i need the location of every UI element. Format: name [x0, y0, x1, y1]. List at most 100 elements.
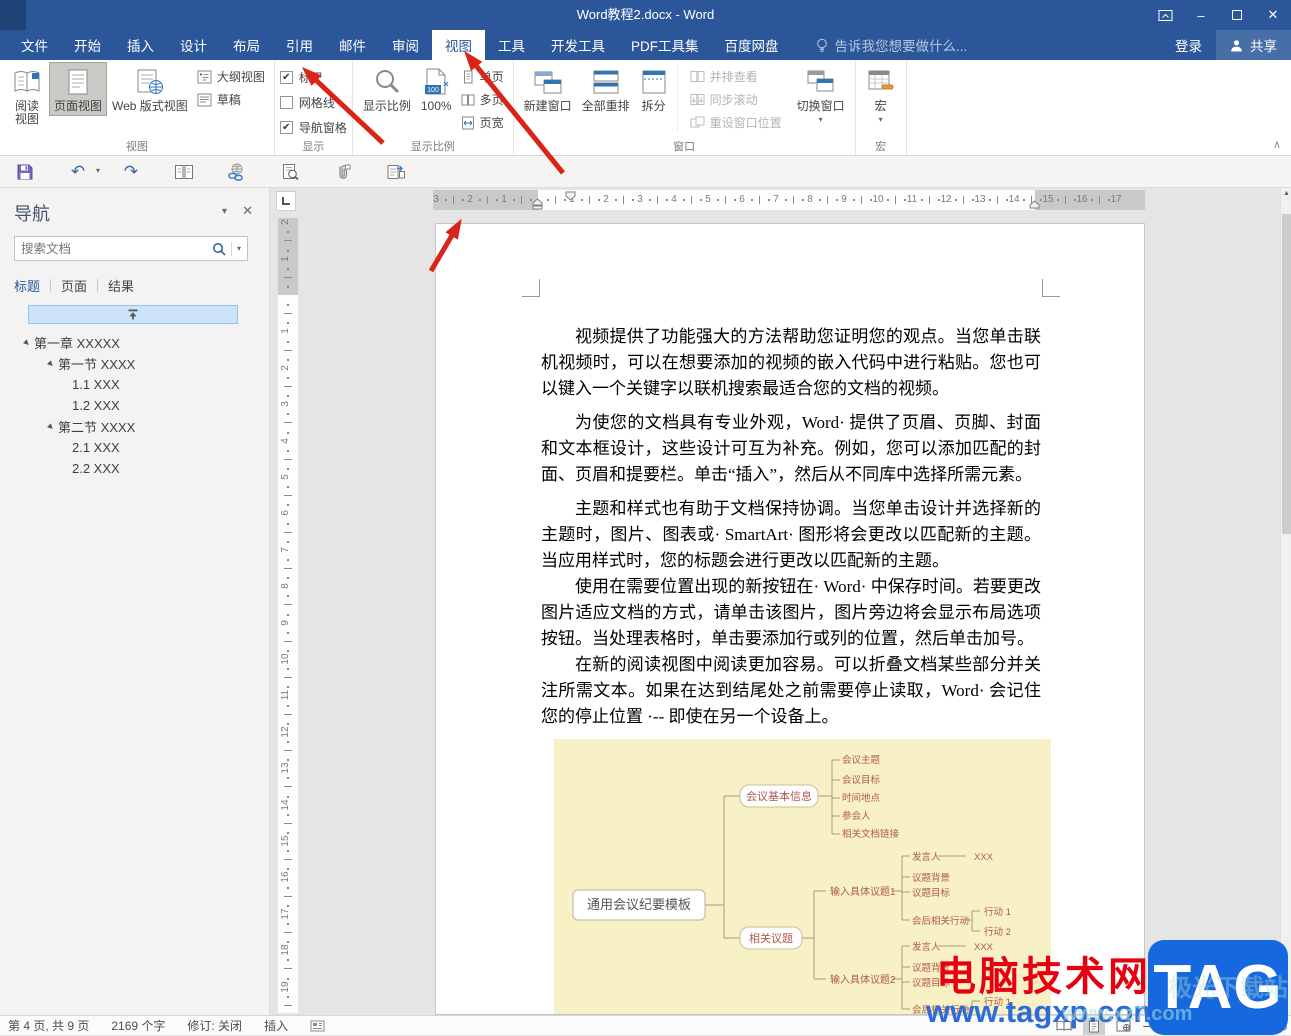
page-indicator[interactable]: 第 4 页, 共 9 页 [8, 1017, 89, 1034]
new-window-button[interactable]: 新建窗口 [519, 62, 577, 116]
hyperlink-button[interactable] [224, 160, 250, 184]
zoom-small-column: 单页 多页 页宽 [457, 62, 508, 131]
track-changes-status[interactable]: 修订: 关闭 [187, 1017, 242, 1034]
paragraph: 在新的阅读视图中阅读更加容易。可以折叠文档某些部分并关注所需文本。如果在达到结尾… [541, 652, 1041, 730]
search-box[interactable]: ▾ [14, 236, 248, 261]
left-indent-marker[interactable] [532, 198, 543, 210]
nav-item-chapter1[interactable]: ▶第一章 XXXXX [0, 332, 269, 353]
nav-tab-pages[interactable]: 页面 [51, 276, 97, 295]
tab-mailings[interactable]: 邮件 [326, 30, 379, 60]
nav-item-1-2[interactable]: 1.2 XXX [0, 395, 269, 416]
mindmap-node-label: 相关议题 [749, 931, 793, 945]
tab-stop-selector[interactable] [276, 191, 296, 211]
nav-item-1-1[interactable]: 1.1 XXX [0, 374, 269, 395]
vertical-scrollbar[interactable]: ▲ [1280, 188, 1291, 1015]
one-page-button[interactable]: 单页 [457, 68, 508, 85]
macros-button[interactable]: 宏 ▾ [861, 62, 901, 126]
read-mode-button[interactable]: 阅读视图 [5, 62, 49, 129]
expand-icon[interactable]: ▶ [43, 356, 59, 372]
sync-scroll-button[interactable]: 同步滚动 [686, 91, 786, 108]
ribbon: 阅读视图 页面视图 Web 版式视图 大纲视图 草稿 视图 ✔ 标尺 [0, 60, 1291, 156]
web-layout-button[interactable]: Web 版式视图 [107, 62, 193, 116]
undo-button[interactable]: ↶ ▾ [65, 160, 91, 184]
gridlines-checkbox[interactable]: 网格线 [280, 94, 347, 111]
nav-tab-headings[interactable]: 标题 [14, 276, 50, 295]
search-dropdown-icon[interactable]: ▾ [237, 246, 241, 252]
insert-mode-status[interactable]: 插入 [264, 1017, 288, 1034]
text-boundary-mark [522, 296, 540, 297]
mindmap-topic-label: 输入具体议题2 [830, 973, 896, 986]
nav-item-section2[interactable]: ▶第二节 XXXX [0, 416, 269, 437]
nav-selected-heading[interactable] [28, 305, 238, 324]
arrange-all-button[interactable]: 全部重排 [577, 62, 635, 116]
document-text[interactable]: 视频提供了功能强大的方法帮助您证明您的观点。当您单击联机视频时，可以在想要添加的… [541, 324, 1041, 730]
attachment-button[interactable] [330, 160, 356, 184]
two-pages-view-button[interactable] [171, 160, 197, 184]
tab-file[interactable]: 文件 [8, 30, 61, 60]
tab-tools[interactable]: 工具 [485, 30, 538, 60]
mindmap-topic-label: 输入具体议题1 [830, 885, 896, 898]
outline-view-button[interactable]: 大纲视图 [193, 68, 269, 85]
ribbon-display-options-button[interactable] [1147, 0, 1183, 30]
tab-pdf-tools[interactable]: PDF工具集 [618, 30, 712, 60]
title-bar: Word教程2.docx - Word – ✕ [0, 0, 1291, 30]
sign-in-button[interactable]: 登录 [1161, 30, 1216, 60]
switch-windows-button[interactable]: 切换窗口 ▾ [792, 62, 850, 126]
close-button[interactable]: ✕ [1255, 0, 1291, 30]
page-width-button[interactable]: 页宽 [457, 114, 508, 131]
undo-icon: ↶ [71, 163, 85, 180]
multi-page-button[interactable]: 多页 [457, 91, 508, 108]
nav-item-2-1[interactable]: 2.1 XXX [0, 437, 269, 458]
navigation-pane-close-icon[interactable]: ✕ [242, 203, 253, 219]
minimize-button[interactable]: – [1183, 0, 1219, 30]
navpane-checkbox[interactable]: ✔ 导航窗格 [280, 119, 347, 136]
tab-design[interactable]: 设计 [167, 30, 220, 60]
ruler-checkbox[interactable]: ✔ 标尺 [280, 69, 347, 86]
tab-layout[interactable]: 布局 [220, 30, 273, 60]
word-count[interactable]: 2169 个字 [111, 1017, 165, 1034]
tab-view[interactable]: 视图 [432, 30, 485, 60]
keyboard-status-icon[interactable] [310, 1020, 325, 1032]
tell-me-box[interactable]: 告诉我您想要做什么... [816, 30, 968, 60]
right-indent-marker[interactable] [1029, 200, 1040, 209]
collapse-ribbon-button[interactable]: ∧ [1273, 138, 1281, 151]
print-preview-button[interactable] [277, 160, 303, 184]
share-button[interactable]: 共享 [1216, 30, 1291, 60]
reset-window-button[interactable]: 重设窗口位置 [686, 114, 786, 131]
tab-insert[interactable]: 插入 [114, 30, 167, 60]
watermark-alt-url: www.xz7.com [1062, 1003, 1192, 1026]
split-button[interactable]: 拆分 [635, 62, 673, 116]
zoom-button[interactable]: 显示比例 [358, 62, 416, 116]
nav-item-section1[interactable]: ▶第一节 XXXX [0, 353, 269, 374]
navigation-tabs: 标题 页面 结果 [14, 276, 144, 295]
expand-icon[interactable]: ▶ [43, 419, 59, 435]
maximize-button[interactable] [1219, 0, 1255, 30]
zoom-100-button[interactable]: 100 100% [416, 62, 457, 116]
tab-review[interactable]: 审阅 [379, 30, 432, 60]
scroll-up-icon[interactable]: ▲ [1281, 190, 1291, 197]
nav-item-2-2[interactable]: 2.2 XXX [0, 458, 269, 479]
document-page[interactable]: 视频提供了功能强大的方法帮助您证明您的观点。当您单击联机视频时，可以在想要添加的… [435, 223, 1145, 1015]
search-input[interactable] [15, 242, 212, 256]
text-boundary-mark [1042, 296, 1060, 297]
redo-button[interactable]: ↷ [118, 160, 144, 184]
draft-view-button[interactable]: 草稿 [193, 91, 269, 108]
save-button[interactable] [12, 160, 38, 184]
tab-references[interactable]: 引用 [273, 30, 326, 60]
send-document-button[interactable] [383, 160, 409, 184]
scrollbar-thumb[interactable] [1282, 214, 1291, 534]
mindmap-leaf-label: 行动 1 [984, 906, 1011, 918]
nav-tab-results[interactable]: 结果 [98, 276, 144, 295]
search-icon[interactable] [212, 242, 226, 256]
print-layout-icon [65, 68, 91, 96]
expand-icon[interactable]: ▶ [19, 335, 35, 351]
switch-windows-label: 切换窗口 [797, 100, 845, 113]
tab-baidu-netdisk[interactable]: 百度网盘 [712, 30, 792, 60]
side-by-side-button[interactable]: 并排查看 [686, 68, 786, 85]
first-line-indent-marker[interactable] [565, 191, 576, 201]
print-layout-button[interactable]: 页面视图 [49, 62, 107, 116]
mindmap-leaf-label: 行动 2 [984, 926, 1011, 938]
tab-home[interactable]: 开始 [61, 30, 114, 60]
tab-developer[interactable]: 开发工具 [538, 30, 618, 60]
navigation-pane-dropdown-icon[interactable]: ▾ [222, 206, 227, 217]
